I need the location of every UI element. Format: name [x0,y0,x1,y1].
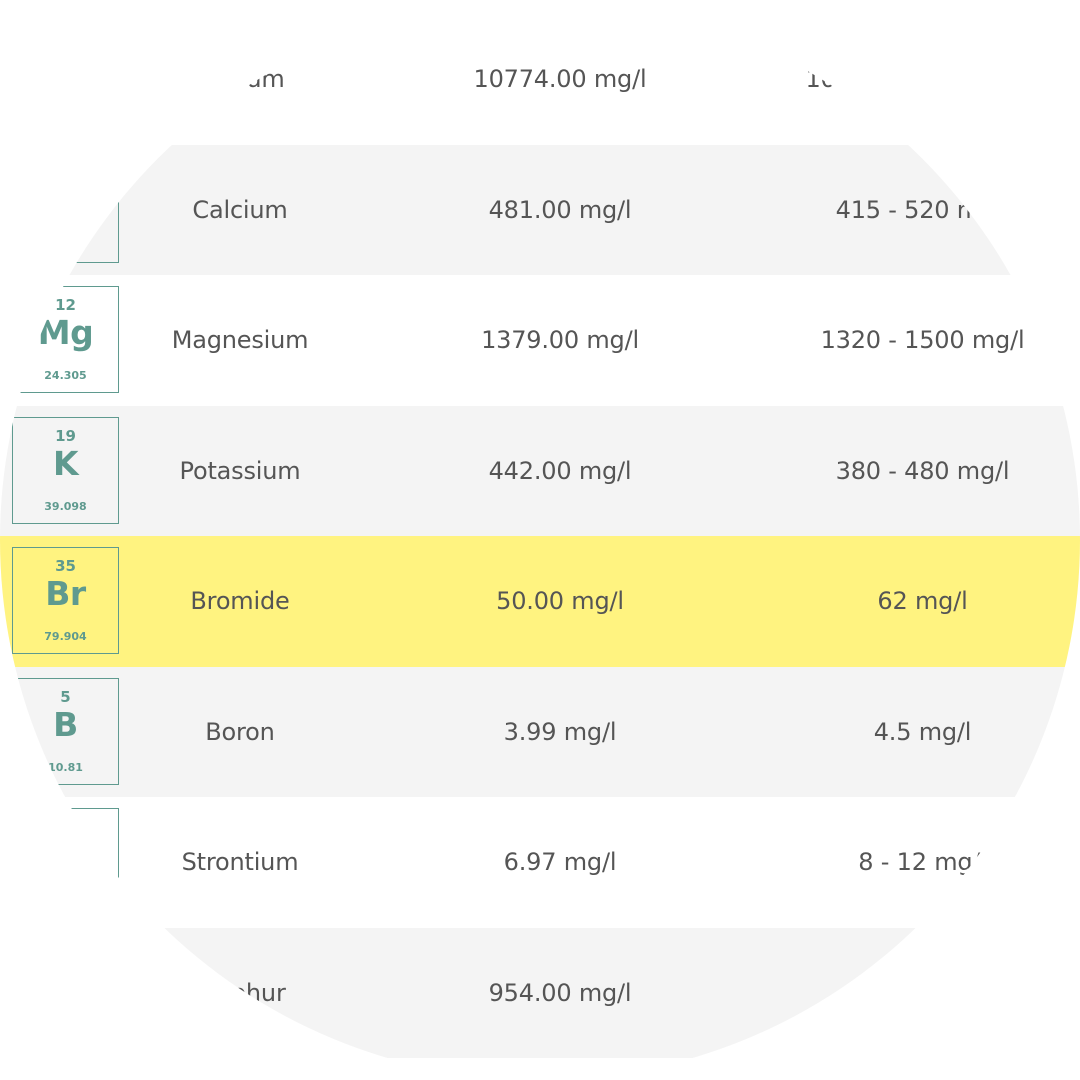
table-row-calcium: 20 Ca 40.078 Calcium 481.00 mg/l 415 - 5… [0,144,1080,275]
element-tile: 16 S 32.06 [12,938,119,1046]
atomic-mass: 39.098 [44,499,87,513]
element-symbol: B [53,704,78,744]
atomic-number: 16 [55,948,76,967]
atomic-mass: 79.904 [44,630,87,643]
element-name: Calcium [192,195,288,224]
measured-value: 50.00 mg/l [496,587,624,616]
mineral-table: 11 Na 22.990 Sodium 10774.00 mg/l 10500 … [0,14,1080,1058]
target-range [780,928,1065,1059]
table-row-bromide: 35 Br 79.904 Bromide 50.00 mg/l 62 mg/l [0,536,1080,667]
atomic-mass: 24.305 [44,369,87,382]
element-tile: 20 Ca 40.078 [12,155,119,263]
table-row-boron: 5 B 10.81 Boron 3.99 mg/l 4.5 mg/l [0,666,1080,797]
element-name: Magnesium [171,326,309,355]
atomic-number: 38 [13,818,118,836]
element-symbol: Br [45,574,86,613]
atomic-mass: 40.078 [44,238,87,252]
element-tile: 5 B 10.81 [12,677,119,785]
target-range: 10500 - 11000 mg/l [805,65,1040,94]
circular-viewport: 11 Na 22.990 Sodium 10774.00 mg/l 10500 … [0,0,1080,1080]
element-tile: 35 Br 79.904 [12,547,119,654]
element-symbol: Ca [42,182,89,222]
element-name: Strontium [181,848,299,877]
target-range: 62 mg/l [877,587,968,616]
atomic-mass: 10.81 [48,760,83,774]
table-row-magnesium: 12 Mg 24.305 Magnesium 1379.00 mg/l 1320… [0,275,1080,406]
measured-value: 1379.00 mg/l [481,326,639,355]
element-tile: 38 Sr 87.62 [12,808,119,915]
atomic-number: 12 [55,296,76,314]
measured-value: 442.00 mg/l [488,456,632,485]
element-name: Bromide [190,587,290,616]
measured-value: 6.97 mg/l [503,848,617,877]
measured-value: 481.00 mg/l [488,195,632,224]
target-range: 415 - 520 mg/l [835,195,1010,224]
element-symbol: K [52,443,79,483]
atomic-number: 19 [55,426,76,445]
table-row-strontium: 38 Sr 87.62 Strontium 6.97 mg/l 8 - 12 m… [0,797,1080,928]
atomic-mass: 87.62 [13,891,118,904]
target-range: 380 - 480 mg/l [835,456,1010,485]
atomic-mass: 32.06 [48,1021,83,1035]
atomic-number: 5 [60,687,71,706]
atomic-number: 35 [55,557,76,575]
element-symbol: S [53,965,78,1005]
measured-value: 3.99 mg/l [503,717,617,746]
target-range: 8 - 12 mg/l [858,848,987,877]
element-symbol: Sr [13,835,118,874]
measured-value: 954.00 mg/l [488,978,632,1007]
element-tile: 12 Mg 24.305 [12,286,119,393]
table-row-sulphur: 16 S 32.06 Sulphur 954.00 mg/l [0,927,1080,1059]
atomic-number: 20 [55,165,76,184]
element-name: Potassium [179,456,301,485]
table-row-sodium: 11 Na 22.990 Sodium 10774.00 mg/l 10500 … [0,14,1080,145]
element-name: Sodium [195,65,285,94]
target-range: 1320 - 1500 mg/l [820,326,1025,355]
element-symbol: Mg [37,313,94,352]
element-name: Sulphur [194,978,286,1007]
target-range: 4.5 mg/l [873,717,972,746]
measured-value: 10774.00 mg/l [473,65,647,94]
element-tile: 19 K 39.098 [12,416,119,524]
element-name: Boron [205,717,275,746]
table-row-potassium: 19 K 39.098 Potassium 442.00 mg/l 380 - … [0,405,1080,536]
